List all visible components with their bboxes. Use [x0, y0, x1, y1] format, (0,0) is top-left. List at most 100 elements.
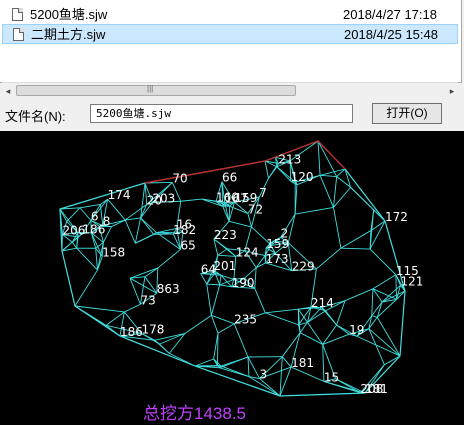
point-label: 213 [278, 152, 301, 166]
point-label: 178 [141, 322, 164, 336]
file-list[interactable]: 5200鱼塘.sjw 2018/4/27 17:18 二期土方.sjw 2018… [0, 0, 462, 83]
mesh-edge [134, 217, 142, 244]
mesh-edge [129, 278, 141, 305]
mesh-edge [140, 217, 155, 235]
point-label: 174 [108, 188, 131, 202]
point-label: 70 [172, 171, 187, 185]
file-row-selected[interactable]: 二期土方.sjw 2018/4/25 15:48 [2, 24, 458, 44]
scroll-thumb[interactable]: ||| [16, 84, 296, 96]
point-label: 72 [248, 203, 263, 217]
mesh-edge [376, 317, 401, 357]
mesh-edge [211, 314, 235, 325]
mesh-edge [254, 267, 257, 289]
file-name: 二期土方.sjw [31, 27, 106, 42]
tin-mesh-canvas: 172 181 186 190 159 159 158 160 167 174 201 203 208 1… [0, 131, 464, 425]
mesh-edge [295, 206, 334, 215]
point-label: 181 [291, 356, 314, 370]
point-label: 172 [385, 210, 408, 224]
grip-icon: ||| [147, 84, 154, 93]
mesh-edge [320, 174, 337, 177]
mesh-edge [265, 312, 299, 326]
total-label: 总挖方 [143, 404, 194, 423]
point-label: 235 [234, 313, 257, 327]
point-label: 190 [232, 276, 255, 290]
scroll-right-icon[interactable]: ▸ [446, 85, 458, 97]
mesh-edge [247, 356, 260, 379]
mesh-edge [281, 356, 292, 368]
file-icon [12, 8, 23, 21]
point-label: 20 [147, 193, 162, 207]
mesh-edge [317, 140, 321, 176]
mesh-edge [219, 367, 250, 378]
mesh-edge [217, 254, 236, 257]
mesh-edge [340, 247, 371, 250]
mesh-edge [268, 163, 279, 179]
mesh-edge [140, 217, 157, 234]
mesh-edge [344, 288, 374, 302]
mesh-edge [180, 198, 202, 202]
filename-label: 文件名(N): [5, 109, 66, 124]
point-label: 158 [102, 245, 125, 259]
mesh-edge [217, 323, 235, 334]
mesh-edge [372, 274, 397, 290]
point-label: 65 [180, 238, 195, 252]
filename-input[interactable]: 5200鱼塘.sjw [90, 104, 353, 123]
mesh-edge [368, 328, 401, 357]
open-file-dialog: 5200鱼塘.sjw 2018/4/27 17:18 二期土方.sjw 2018… [0, 0, 464, 131]
mesh-edge [74, 269, 98, 307]
mesh-edge [76, 247, 98, 271]
point-label: 6 [91, 209, 99, 223]
point-label: 66 [222, 171, 237, 185]
point-label: 73 [140, 293, 155, 307]
mesh-edge [264, 160, 269, 179]
point-label: 124 [236, 245, 259, 259]
file-date: 2018/4/25 15:48 [344, 27, 438, 42]
point-label: 2 [281, 226, 289, 240]
horizontal-scrollbar[interactable]: ◂ ||| ▸ [2, 82, 458, 98]
mesh-edge [333, 207, 342, 249]
file-row[interactable]: 5200鱼塘.sjw 2018/4/27 17:18 [2, 5, 458, 25]
mesh-edge [206, 283, 220, 286]
mesh-edge [368, 328, 385, 365]
point-label: 201 [213, 259, 236, 273]
file-name: 5200鱼塘.sjw [30, 7, 108, 22]
mesh-edge [144, 276, 158, 294]
point-label: 8 [103, 215, 111, 229]
point-label: 214 [311, 296, 334, 310]
mesh-svg: 1721811861901591591581601671742012032081… [59, 140, 423, 397]
point-label: 229 [292, 260, 315, 274]
total-excavation: 总挖方1438.5 [143, 399, 246, 424]
mesh-edge [66, 207, 81, 222]
point-label: 115 [396, 264, 419, 278]
mesh-edge [95, 248, 98, 271]
mesh-edge [157, 249, 181, 269]
filename-row: 文件名(N): 5200鱼塘.sjw 打开(O) [0, 101, 464, 131]
mesh-edge [276, 166, 291, 182]
mesh-edge [124, 219, 136, 244]
point-label: 167 [225, 191, 248, 205]
point-label: 223 [214, 228, 237, 242]
point-label: 3 [260, 368, 268, 382]
mesh-edge [228, 220, 252, 228]
point-label: 173 [266, 252, 289, 266]
mesh-edge [265, 308, 299, 314]
mesh-edge [356, 335, 401, 357]
scroll-left-icon[interactable]: ◂ [2, 85, 14, 97]
total-value: 1438.5 [194, 404, 246, 423]
mesh-edge [210, 315, 219, 334]
mesh-edge [71, 241, 78, 249]
mesh-edge [287, 213, 296, 243]
open-button[interactable]: 打开(O) [372, 103, 442, 124]
mesh-edge [79, 203, 101, 209]
mesh-edge [317, 140, 338, 177]
mesh-edge [333, 176, 338, 208]
mesh-edge [371, 315, 378, 318]
mesh-edge [217, 333, 219, 366]
mesh-edge [219, 356, 249, 369]
file-icon [13, 28, 24, 41]
point-label: 15 [324, 370, 339, 384]
mesh-edge [233, 323, 249, 358]
point-label: 64 [201, 263, 216, 277]
point-label: 19 [349, 323, 364, 337]
mesh-edge [210, 284, 221, 316]
